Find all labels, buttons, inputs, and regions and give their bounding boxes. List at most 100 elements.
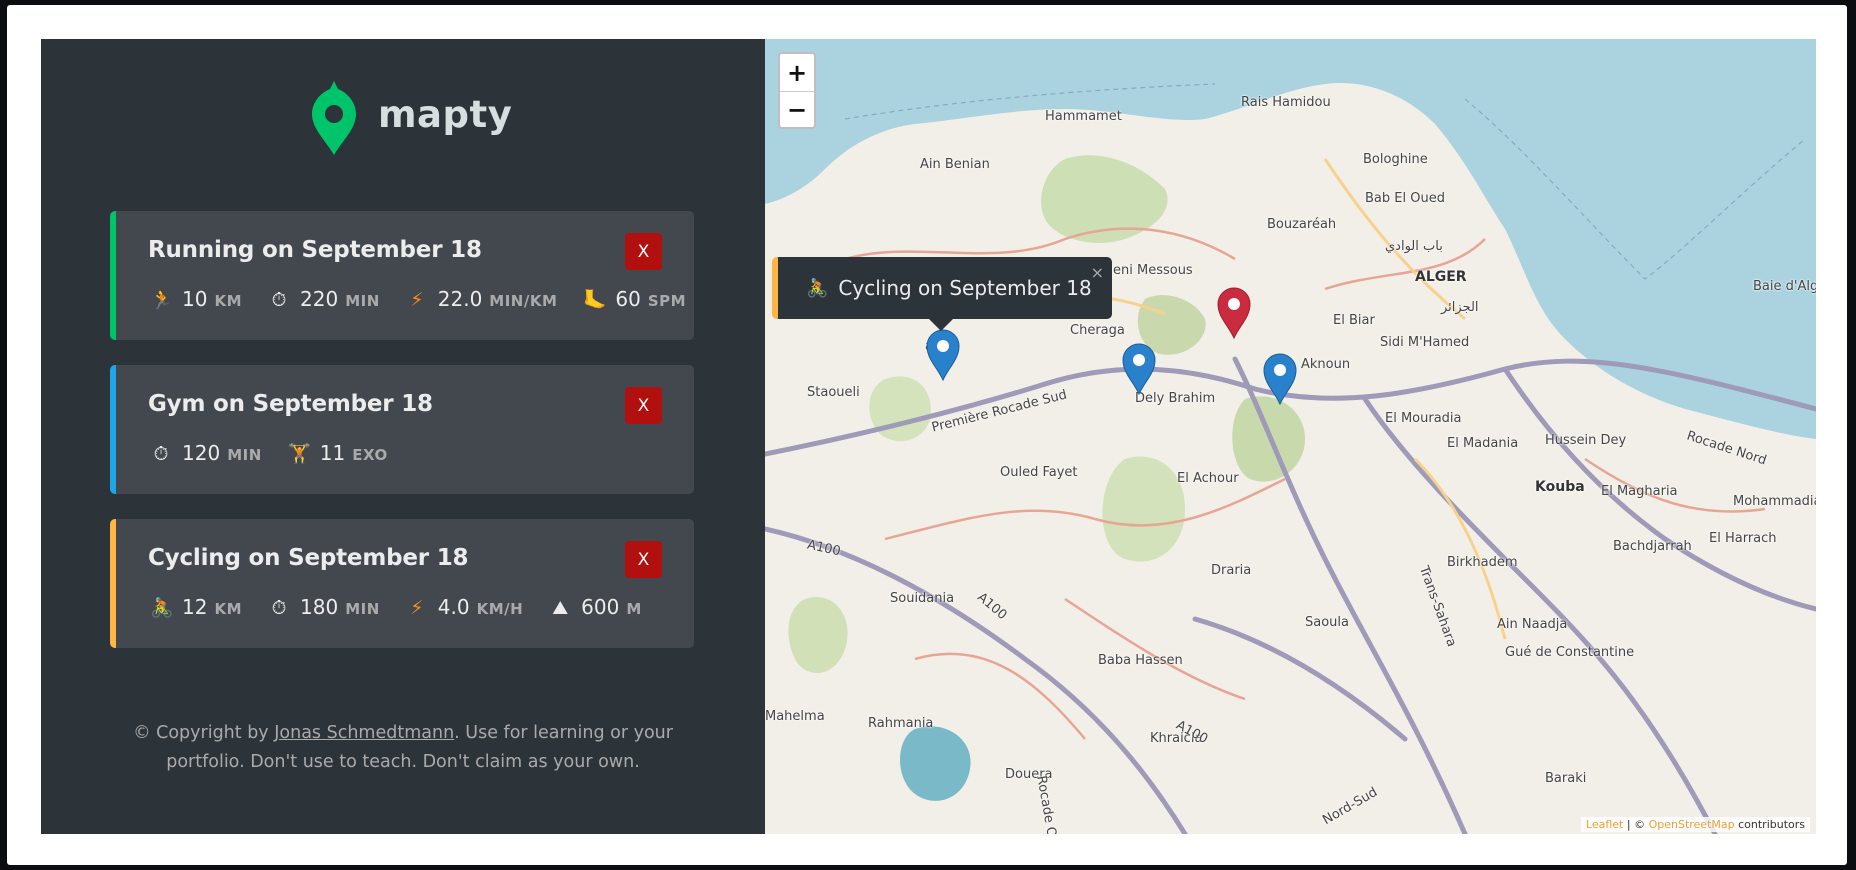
speed-unit: KM/H	[476, 600, 524, 618]
workout-popup[interactable]: 🚴 Cycling on September 18 ×	[772, 257, 1112, 319]
map-label: eni Messous	[1113, 263, 1193, 278]
distance-value: 10	[182, 287, 208, 311]
map-marker-blue[interactable]	[1122, 343, 1156, 395]
map-pin-logo-icon	[312, 81, 356, 155]
map-label: Mohammadia	[1733, 494, 1816, 509]
copyright-prefix: © Copyright by	[133, 723, 275, 743]
exercises-value: 11	[319, 441, 346, 465]
copyright: © Copyright by Jonas Schmedtmann. Use fo…	[41, 719, 765, 777]
duration-unit: MIN	[345, 292, 380, 310]
map-attribution: Leaflet | © OpenStreetMap contributors	[1580, 817, 1810, 832]
map-label: El Mouradia	[1385, 411, 1462, 426]
elevation-unit: M	[626, 600, 642, 618]
elevation-value: 600	[581, 595, 620, 619]
map-label: Kouba	[1535, 479, 1585, 495]
workout-title: Cycling on September 18	[148, 545, 469, 571]
app-container: mapty Running on September 18 X 🏃 10 KM ⏱ 2…	[41, 39, 1816, 834]
workout-card-gym[interactable]: Gym on September 18 X ⏱ 120 MIN 🏋 11 EXO	[110, 365, 694, 494]
duration-value: 220	[300, 287, 339, 311]
exercises-unit: EXO	[352, 446, 388, 464]
attribution-separator: | ©	[1623, 818, 1649, 831]
duration-detail: ⏱ 220 MIN	[268, 287, 380, 311]
zoom-in-button[interactable]: +	[780, 54, 814, 91]
workout-card-cycling[interactable]: Cycling on September 18 X 🚴 12 KM ⏱ 180 MIN …	[110, 519, 694, 648]
map[interactable]: + − Hammamet Rais Hamidou Ain Benian Bol…	[765, 39, 1816, 834]
map-label: El Achour	[1177, 471, 1239, 486]
map-label: Hussein Dey	[1545, 433, 1627, 448]
map-label: El Biar	[1333, 313, 1375, 328]
delete-workout-button[interactable]: X	[625, 541, 662, 578]
duration-detail: ⏱ 120 MIN	[150, 441, 262, 465]
map-marker-blue[interactable]	[926, 329, 960, 381]
cadence-unit: SPM	[647, 292, 687, 310]
workout-details: ⏱ 120 MIN 🏋 11 EXO	[150, 441, 414, 465]
stopwatch-icon: ⏱	[271, 289, 287, 311]
duration-unit: MIN	[345, 600, 380, 618]
map-label: Hammamet	[1045, 109, 1122, 124]
delete-workout-button[interactable]: X	[625, 233, 662, 270]
map-label: باب الوادي	[1385, 239, 1443, 254]
distance-unit: KM	[214, 600, 243, 618]
weightlifter-icon: 🏋	[287, 443, 312, 465]
map-label: Staoueli	[807, 385, 860, 400]
map-label: Baraki	[1545, 771, 1587, 786]
map-label: Cheraga	[1070, 323, 1125, 338]
map-label: Ain Naadja	[1497, 617, 1568, 632]
map-label: Draria	[1211, 563, 1252, 578]
distance-detail: 🚴 12 KM	[150, 595, 242, 619]
exercises-detail: 🏋 11 EXO	[288, 441, 388, 465]
popup-close-button[interactable]: ×	[1091, 263, 1104, 282]
popup-tip	[929, 319, 953, 331]
map-label: الجزائر	[1441, 300, 1479, 315]
duration-unit: MIN	[227, 446, 262, 464]
distance-value: 12	[182, 595, 208, 619]
duration-detail: ⏱ 180 MIN	[268, 595, 380, 619]
map-label: Birkhadem	[1447, 555, 1518, 570]
leaflet-link[interactable]: Leaflet	[1586, 818, 1623, 831]
logo-text: mapty	[378, 92, 513, 136]
map-label: Mahelma	[765, 709, 825, 724]
workout-details: 🚴 12 KM ⏱ 180 MIN ⚡ 4.0 KM/H ⛰ 600 M	[150, 595, 668, 619]
cadence-detail: 🦶 60 SPM	[583, 287, 686, 311]
map-label: Souidania	[890, 591, 955, 606]
workout-title: Running on September 18	[148, 237, 482, 263]
stopwatch-icon: ⏱	[153, 443, 169, 465]
author-link[interactable]: Jonas Schmedtmann	[274, 723, 454, 743]
map-label: Baba Hassen	[1098, 653, 1183, 668]
duration-value: 120	[182, 441, 221, 465]
sidebar: mapty Running on September 18 X 🏃 10 KM ⏱ 2…	[41, 39, 765, 834]
map-marker-red[interactable]	[1217, 287, 1251, 339]
distance-detail: 🏃 10 KM	[150, 287, 242, 311]
map-label: Bab El Oued	[1365, 191, 1445, 206]
map-label: Bouzaréah	[1267, 217, 1337, 232]
map-label: Baie d'Alge	[1753, 279, 1816, 294]
pace-detail: ⚡ 22.0 MIN/KM	[406, 287, 558, 311]
workout-title: Gym on September 18	[148, 391, 433, 417]
mountain-icon: ⛰	[552, 597, 569, 619]
map-label: Saoula	[1305, 615, 1349, 630]
cyclist-icon: 🚴	[150, 597, 174, 619]
map-label: El Madania	[1447, 436, 1519, 451]
osm-link[interactable]: OpenStreetMap	[1649, 818, 1735, 831]
map-label: Ouled Fayet	[1000, 465, 1078, 480]
foot-icon: 🦶	[583, 289, 608, 311]
cyclist-icon: 🚴	[806, 277, 829, 299]
map-marker-blue[interactable]	[1263, 353, 1297, 405]
workout-card-running[interactable]: Running on September 18 X 🏃 10 KM ⏱ 220 MIN …	[110, 211, 694, 340]
map-label: El Harrach	[1709, 531, 1777, 546]
elevation-detail: ⛰ 600 M	[549, 595, 642, 619]
zoom-out-button[interactable]: −	[780, 91, 814, 127]
delete-workout-button[interactable]: X	[625, 387, 662, 424]
map-label: Gué de Constantine	[1505, 645, 1635, 660]
lightning-icon: ⚡	[410, 597, 424, 619]
pace-value: 22.0	[437, 287, 483, 311]
map-label: El Magharia	[1601, 484, 1678, 499]
pace-unit: MIN/KM	[489, 292, 558, 310]
zoom-control: + −	[778, 52, 816, 129]
lightning-icon: ⚡	[410, 289, 424, 311]
duration-value: 180	[300, 595, 339, 619]
attribution-suffix: contributors	[1734, 818, 1805, 831]
logo: mapty	[312, 81, 512, 155]
map-label: Aknoun	[1301, 357, 1351, 372]
distance-unit: KM	[214, 292, 243, 310]
